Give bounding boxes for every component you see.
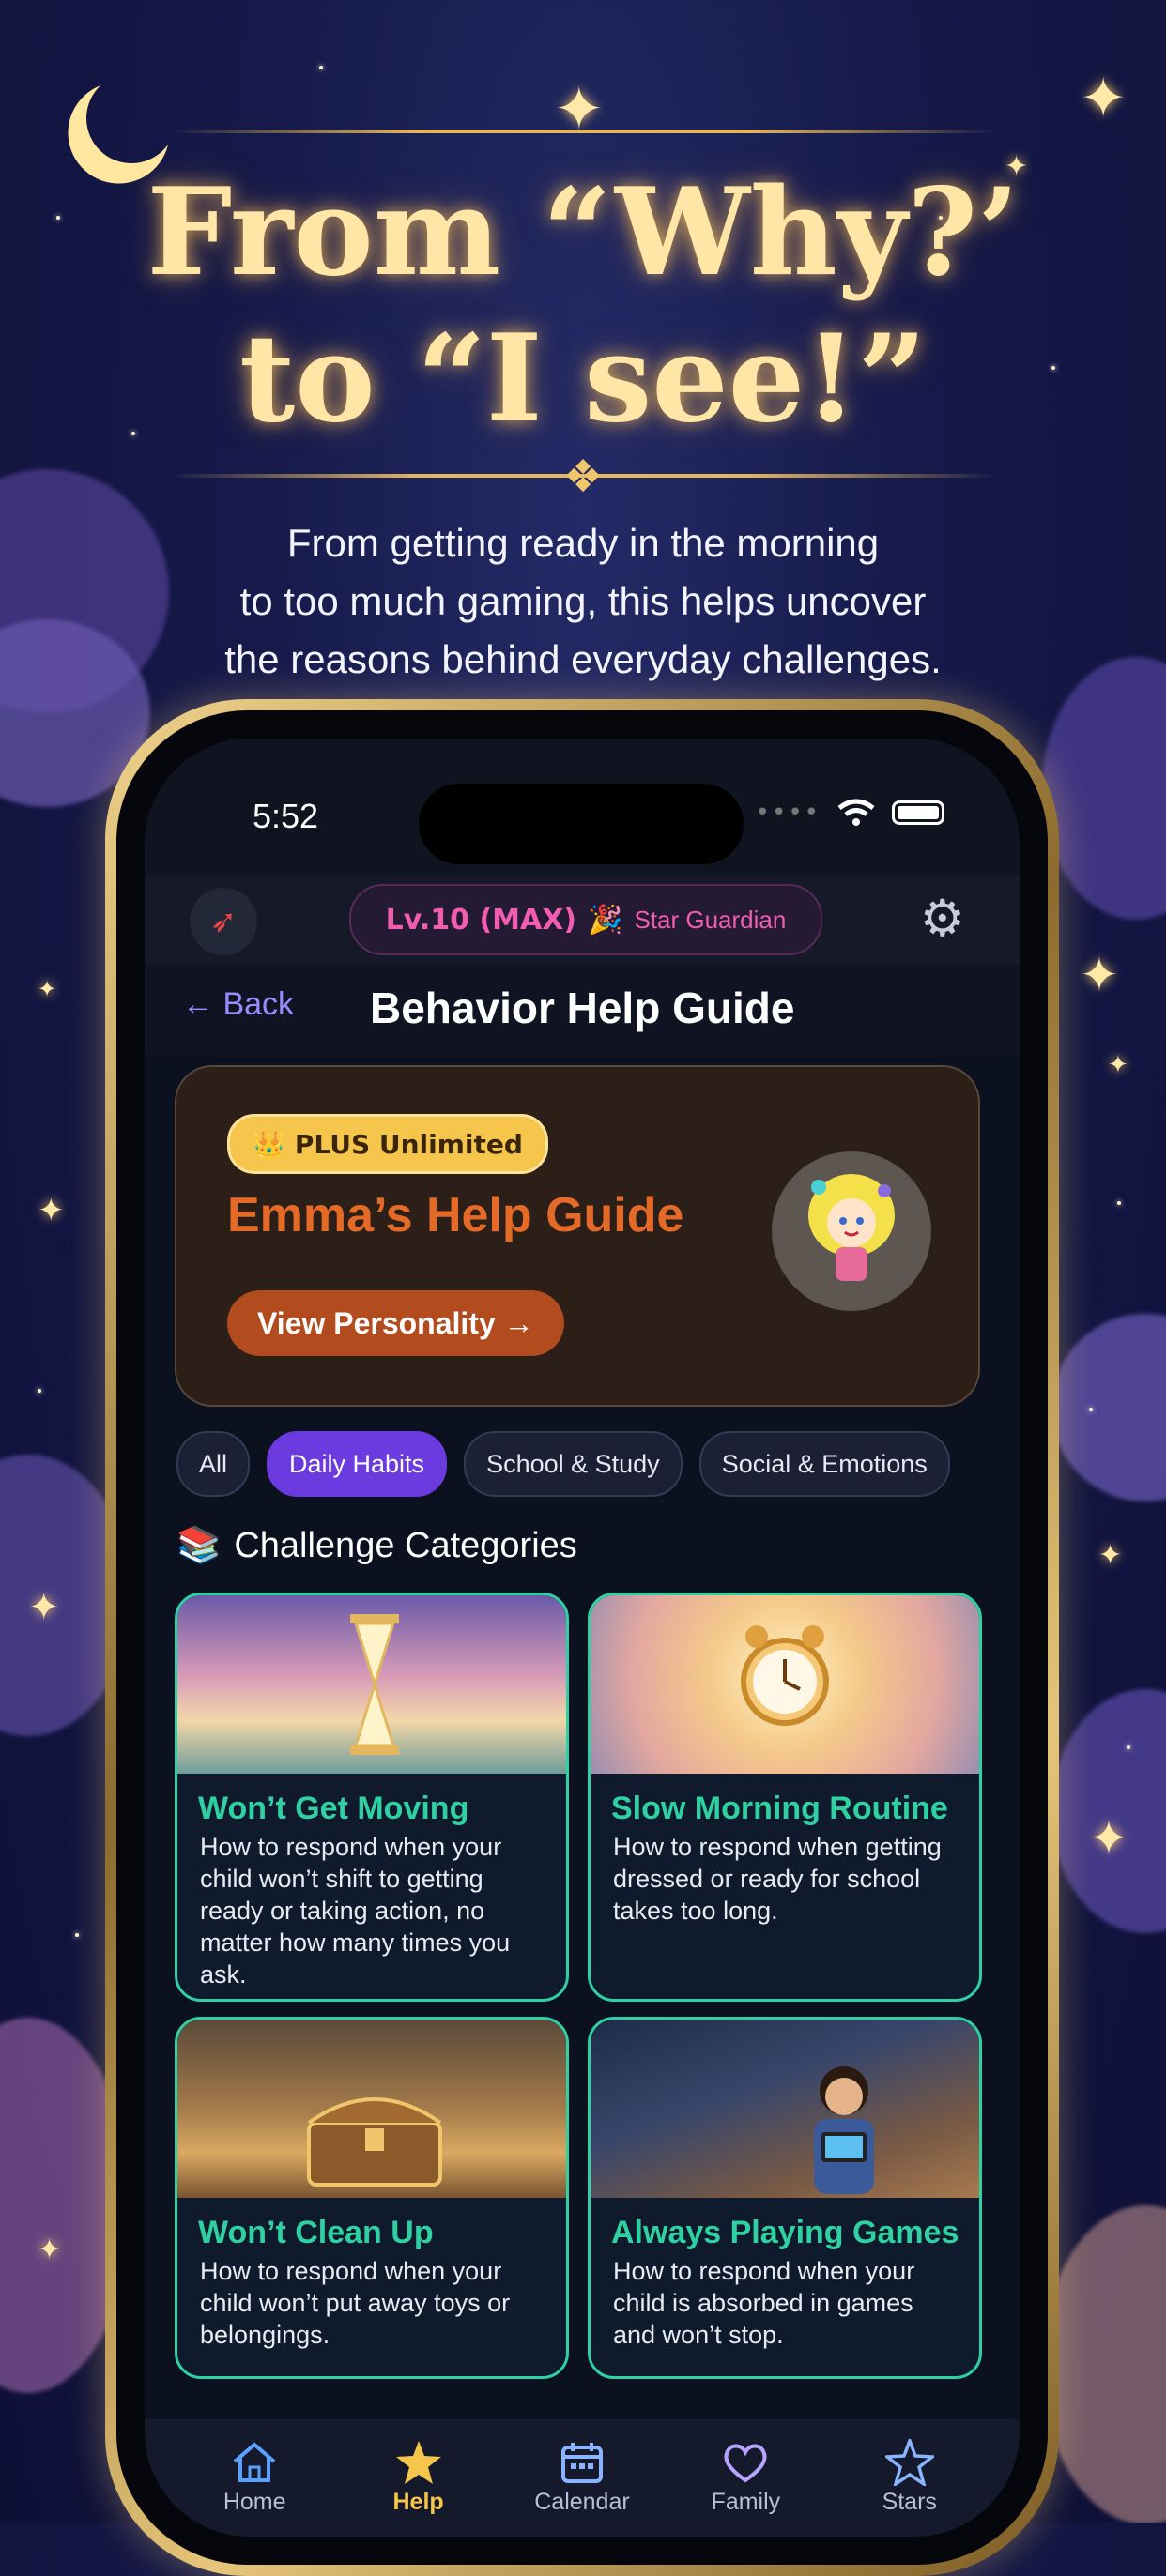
tab-home[interactable]: Home xyxy=(184,2419,325,2537)
view-personality-button[interactable]: View Personality → xyxy=(227,1290,564,1356)
level-badge[interactable]: Lv.10 (MAX) 🎉 Star Guardian xyxy=(349,884,822,955)
status-time: 5:52 xyxy=(253,797,319,835)
category-description: How to respond when your child is absorb… xyxy=(613,2257,915,2349)
category-title: Always Playing Games xyxy=(611,2215,959,2250)
books-icon: 📚 xyxy=(176,1526,222,1565)
party-icon: 🎉 xyxy=(588,903,623,937)
phone-frame: 5:52 •••• ➶ Lv.10 (MAX) 🎉 Star Guardian … xyxy=(105,699,1059,2576)
filter-school-study[interactable]: School & Study xyxy=(464,1431,683,1497)
settings-gear-icon[interactable]: ⚙ xyxy=(920,888,965,950)
level-text: Lv.10 (MAX) xyxy=(385,903,577,937)
character-icon xyxy=(808,1174,895,1281)
back-button[interactable]: ← Back xyxy=(182,986,294,1023)
hourglass-icon xyxy=(350,1614,399,1755)
character-avatar xyxy=(772,1151,931,1311)
tab-help[interactable]: Help xyxy=(348,2419,489,2537)
main-content: 👑 PLUS Unlimited Emma’s Help Guide View … xyxy=(145,1058,1020,2419)
ornament-star-icon: ✦ xyxy=(554,75,605,145)
filter-chips: All Daily Habits School & Study Social &… xyxy=(176,1431,950,1497)
tab-label: Family xyxy=(711,2489,781,2515)
nav-header: ← Back Behavior Help Guide xyxy=(145,964,1020,1058)
child-with-tablet-icon xyxy=(814,2066,874,2194)
promo-subtitle: From getting ready in the morning to too… xyxy=(224,521,942,681)
calendar-icon xyxy=(560,2443,603,2483)
star-outline-icon xyxy=(884,2439,934,2486)
filter-all[interactable]: All xyxy=(176,1431,251,1497)
hourglass-illustration xyxy=(177,1595,566,1774)
category-title: Won’t Get Moving xyxy=(198,1791,469,1826)
filter-social-emotions[interactable]: Social & Emotions xyxy=(698,1431,950,1497)
filter-daily-habits[interactable]: Daily Habits xyxy=(267,1431,448,1497)
home-icon xyxy=(233,2442,276,2482)
page-title: Behavior Help Guide xyxy=(370,983,795,1032)
alarm-clock-illustration xyxy=(591,1595,979,1774)
guide-title: Emma’s Help Guide xyxy=(227,1188,684,1242)
category-description: How to respond when your child won’t put… xyxy=(200,2257,511,2349)
category-card-slow-morning-routine[interactable]: Slow Morning Routine How to respond when… xyxy=(588,1593,982,2002)
section-header: 📚 Challenge Categories xyxy=(176,1525,577,1566)
star-icon xyxy=(395,2441,441,2484)
status-bar: 5:52 •••• xyxy=(145,739,1020,864)
bottom-tab-bar: Home Help Calendar Family Stars xyxy=(145,2419,1020,2537)
rank-text: Star Guardian xyxy=(634,905,787,934)
plus-badge-label: PLUS Unlimited xyxy=(294,1128,523,1160)
battery-icon xyxy=(892,800,944,825)
wifi-icon xyxy=(837,799,875,826)
category-description: How to respond when your child won’t shi… xyxy=(200,1833,511,1989)
treasure-chest-icon xyxy=(307,2097,442,2187)
alarm-clock-icon xyxy=(741,1625,829,1726)
feather-icon: ➶ xyxy=(209,903,238,940)
tab-family[interactable]: Family xyxy=(675,2419,816,2537)
top-bar: ➶ Lv.10 (MAX) 🎉 Star Guardian ⚙ xyxy=(145,875,1020,964)
toy-room-illustration xyxy=(177,2020,566,2198)
heart-icon xyxy=(724,2444,767,2483)
tab-label: Calendar xyxy=(534,2489,630,2515)
category-title: Slow Morning Routine xyxy=(611,1791,948,1826)
profile-avatar-button[interactable]: ➶ xyxy=(190,888,257,955)
flourish-icon: ❖ xyxy=(562,450,604,503)
tab-calendar[interactable]: Calendar xyxy=(512,2419,652,2537)
help-guide-card: 👑 PLUS Unlimited Emma’s Help Guide View … xyxy=(175,1065,980,1407)
top-divider xyxy=(169,130,997,133)
category-card-wont-get-moving[interactable]: Won’t Get Moving How to respond when you… xyxy=(175,1593,569,2002)
category-title: Won’t Clean Up xyxy=(198,2215,434,2250)
tab-stars[interactable]: Stars xyxy=(839,2419,980,2537)
tab-label: Stars xyxy=(882,2489,937,2515)
gaming-child-illustration xyxy=(591,2020,979,2198)
category-card-always-playing-games[interactable]: Always Playing Games How to respond when… xyxy=(588,2017,982,2379)
category-description: How to respond when getting dressed or r… xyxy=(613,1833,942,1925)
signal-icon: •••• xyxy=(755,799,821,827)
plus-badge: 👑 PLUS Unlimited xyxy=(227,1114,548,1174)
crown-icon: 👑 xyxy=(253,1128,285,1160)
promo-headline: From “Why?’ to “I see!” xyxy=(146,162,1020,450)
app-screen: 5:52 •••• ➶ Lv.10 (MAX) 🎉 Star Guardian … xyxy=(145,739,1020,2537)
category-card-wont-clean-up[interactable]: Won’t Clean Up How to respond when your … xyxy=(175,2017,569,2379)
section-title: Challenge Categories xyxy=(234,1525,577,1565)
tab-label: Help xyxy=(392,2489,444,2515)
tab-label: Home xyxy=(222,2489,286,2515)
dynamic-island xyxy=(419,784,744,864)
